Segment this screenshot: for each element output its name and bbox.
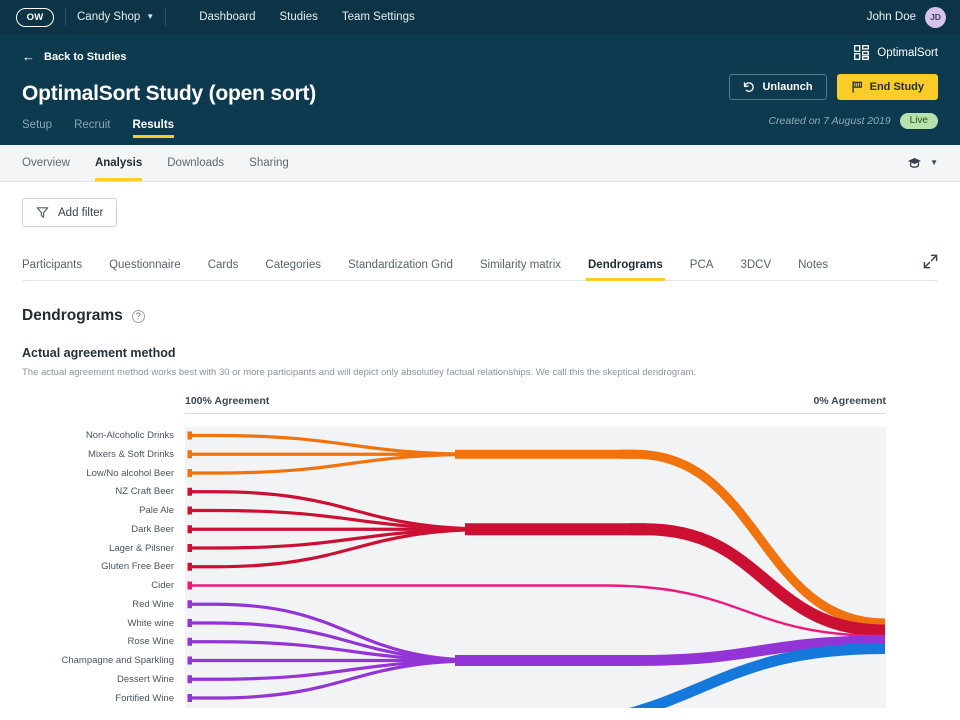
tab-notes[interactable]: Notes	[798, 259, 828, 280]
leaf-label: Gluten Free Beer	[22, 558, 174, 577]
tab-3dcv[interactable]: 3DCV	[740, 259, 771, 280]
leaf-label: Rose Wine	[22, 633, 174, 652]
nav-item-studies[interactable]: Studies	[279, 11, 317, 23]
leaf-label: Dark Beer	[22, 521, 174, 540]
tab-dendrograms[interactable]: Dendrograms	[588, 259, 663, 280]
dendrogram-leaf-labels: Non-Alcoholic Drinks Mixers & Soft Drink…	[22, 427, 185, 708]
leaf-label: Fortified Wine	[22, 690, 174, 709]
expand-fullscreen-icon	[923, 254, 938, 269]
dendrogram-plot-area[interactable]	[185, 427, 886, 708]
add-filter-label: Add filter	[58, 207, 103, 219]
nav-item-team-settings[interactable]: Team Settings	[342, 11, 415, 23]
study-header-actions: OptimalSort Unlaunch End Study Created	[729, 45, 938, 129]
tab-cards[interactable]: Cards	[208, 259, 239, 280]
study-action-buttons: Unlaunch End Study	[729, 74, 938, 100]
tab-questionnaire[interactable]: Questionnaire	[109, 259, 181, 280]
org-switcher-label: Candy Shop	[77, 11, 140, 23]
section-heading-label: Dendrograms	[22, 307, 123, 325]
main-content: Dendrograms ? Actual agreement method Th…	[0, 307, 960, 708]
leaf-label: Champagne and Sparkling	[22, 652, 174, 671]
section-heading: Dendrograms ?	[22, 307, 938, 325]
chevron-down-icon: ▼	[146, 13, 154, 21]
dendrogram-axis: 100% Agreement 0% Agreement	[185, 395, 886, 414]
status-badge: Live	[900, 113, 938, 129]
created-on-text: Created on 7 August 2019	[768, 115, 890, 127]
divider	[165, 8, 166, 26]
axis-label-right: 0% Agreement	[813, 395, 886, 407]
leaf-label: White wine	[22, 615, 174, 634]
tab-participants[interactable]: Participants	[22, 259, 82, 280]
undo-icon	[743, 81, 755, 93]
back-to-studies-link[interactable]: ← Back to Studies	[22, 50, 127, 63]
flag-icon	[851, 81, 863, 93]
back-to-studies-label: Back to Studies	[44, 51, 127, 63]
funnel-icon	[36, 206, 49, 219]
leaf-label: Cider	[22, 577, 174, 596]
arrow-left-icon: ←	[22, 50, 35, 63]
user-menu[interactable]: John Doe JD	[867, 7, 946, 28]
leaf-label: Red Wine	[22, 596, 174, 615]
tab-downloads[interactable]: Downloads	[167, 145, 224, 181]
leaf-label: Low/No alcohol Beer	[22, 465, 174, 484]
chevron-down-icon: ▼	[930, 159, 938, 167]
dendrogram-svg	[185, 427, 886, 708]
dendrogram-body: Non-Alcoholic Drinks Mixers & Soft Drink…	[22, 427, 938, 708]
results-nav: Overview Analysis Downloads Sharing ▼	[0, 145, 960, 182]
end-study-label: End Study	[870, 81, 924, 93]
axis-label-left: 100% Agreement	[185, 395, 269, 407]
avatar: JD	[925, 7, 946, 28]
stage-tab-recruit[interactable]: Recruit	[74, 119, 110, 138]
learn-menu[interactable]: ▼	[907, 157, 938, 170]
results-nav-tabs: Overview Analysis Downloads Sharing	[22, 145, 289, 181]
tab-similarity-matrix[interactable]: Similarity matrix	[480, 259, 561, 280]
leaf-label: Pale Ale	[22, 502, 174, 521]
stage-tab-setup[interactable]: Setup	[22, 119, 52, 138]
study-header: ← Back to Studies OptimalSort Study (ope…	[0, 34, 960, 145]
leaf-label: Non-Alcoholic Drinks	[22, 427, 174, 446]
org-switcher[interactable]: Candy Shop ▼	[77, 11, 154, 23]
study-meta: Created on 7 August 2019 Live	[768, 113, 938, 129]
global-topbar: OW Candy Shop ▼ Dashboard Studies Team S…	[0, 0, 960, 34]
leaf-label: Dessert Wine	[22, 671, 174, 690]
leaf-label: NZ Craft Beer	[22, 483, 174, 502]
global-nav: Dashboard Studies Team Settings	[199, 11, 415, 23]
help-circle-icon[interactable]: ?	[132, 310, 145, 323]
ow-logo[interactable]: OW	[16, 8, 54, 27]
tab-analysis[interactable]: Analysis	[95, 145, 142, 181]
divider	[65, 8, 66, 26]
add-filter-button[interactable]: Add filter	[22, 198, 117, 227]
end-study-button[interactable]: End Study	[837, 74, 938, 100]
unlaunch-label: Unlaunch	[762, 81, 812, 93]
unlaunch-button[interactable]: Unlaunch	[729, 74, 826, 100]
stage-tab-results[interactable]: Results	[133, 119, 175, 138]
leaf-label: Mixers & Soft Drinks	[22, 446, 174, 465]
grid-icon	[854, 45, 869, 60]
dendrogram-chart: 100% Agreement 0% Agreement Non-Alcoholi…	[22, 395, 938, 708]
tab-pca[interactable]: PCA	[690, 259, 714, 280]
nav-item-dashboard[interactable]: Dashboard	[199, 11, 255, 23]
tab-categories[interactable]: Categories	[265, 259, 321, 280]
method-title: Actual agreement method	[22, 346, 938, 360]
product-tag: OptimalSort	[854, 45, 938, 60]
filter-bar: Add filter	[0, 182, 960, 227]
user-name: John Doe	[867, 11, 916, 23]
leaf-label: Lager & Pilsner	[22, 540, 174, 559]
tab-overview[interactable]: Overview	[22, 145, 70, 181]
product-tag-label: OptimalSort	[877, 47, 938, 59]
graduation-cap-icon	[907, 157, 922, 170]
method-description: The actual agreement method works best w…	[22, 367, 938, 378]
tab-standardization-grid[interactable]: Standardization Grid	[348, 259, 453, 280]
expand-fullscreen-button[interactable]	[923, 254, 938, 280]
tab-sharing[interactable]: Sharing	[249, 145, 289, 181]
analysis-tabs: Participants Questionnaire Cards Categor…	[22, 251, 938, 281]
